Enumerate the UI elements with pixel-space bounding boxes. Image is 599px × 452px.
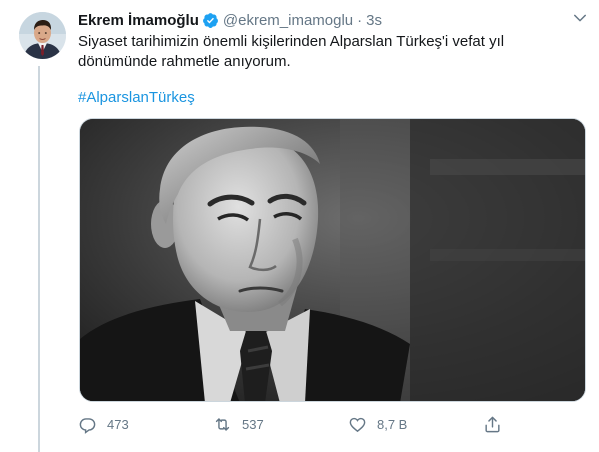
- thread-line: [38, 66, 40, 452]
- tweet-photo[interactable]: [79, 118, 586, 402]
- reply-count: 473: [107, 416, 129, 432]
- author-name[interactable]: Ekrem İmamoğlu: [78, 12, 199, 29]
- separator-dot: ·: [357, 11, 363, 29]
- reply-button[interactable]: 473: [78, 412, 129, 436]
- verified-badge-icon: [202, 12, 219, 29]
- share-icon: [485, 416, 500, 432]
- share-button[interactable]: [483, 412, 502, 436]
- tweet-actions: 473 537 8,7 B: [78, 412, 508, 436]
- retweet-button[interactable]: 537: [213, 412, 264, 436]
- avatar[interactable]: [19, 12, 66, 59]
- tweet-text: Siyaset tarihimizin önemli kişilerinden …: [78, 33, 505, 70]
- tweet[interactable]: Ekrem İmamoğlu @ekrem_imamoglu · 3s Siya…: [0, 0, 599, 452]
- author-handle[interactable]: @ekrem_imamoglu: [223, 12, 353, 29]
- retweet-count: 537: [242, 416, 264, 432]
- black-and-white-portrait-photo: [80, 119, 585, 401]
- chevron-down-icon[interactable]: [571, 9, 589, 27]
- reply-icon: [79, 417, 96, 434]
- tweet-timestamp[interactable]: 3s: [366, 12, 382, 29]
- like-count: 8,7 B: [377, 416, 408, 432]
- avatar-photo: [19, 12, 66, 59]
- tweet-header: Ekrem İmamoğlu @ekrem_imamoglu · 3s: [78, 10, 382, 30]
- retweet-icon: [215, 417, 230, 431]
- heart-icon: [349, 417, 366, 432]
- like-button[interactable]: 8,7 B: [348, 412, 407, 436]
- hashtag-link[interactable]: #AlparslanTürkeş: [78, 89, 195, 106]
